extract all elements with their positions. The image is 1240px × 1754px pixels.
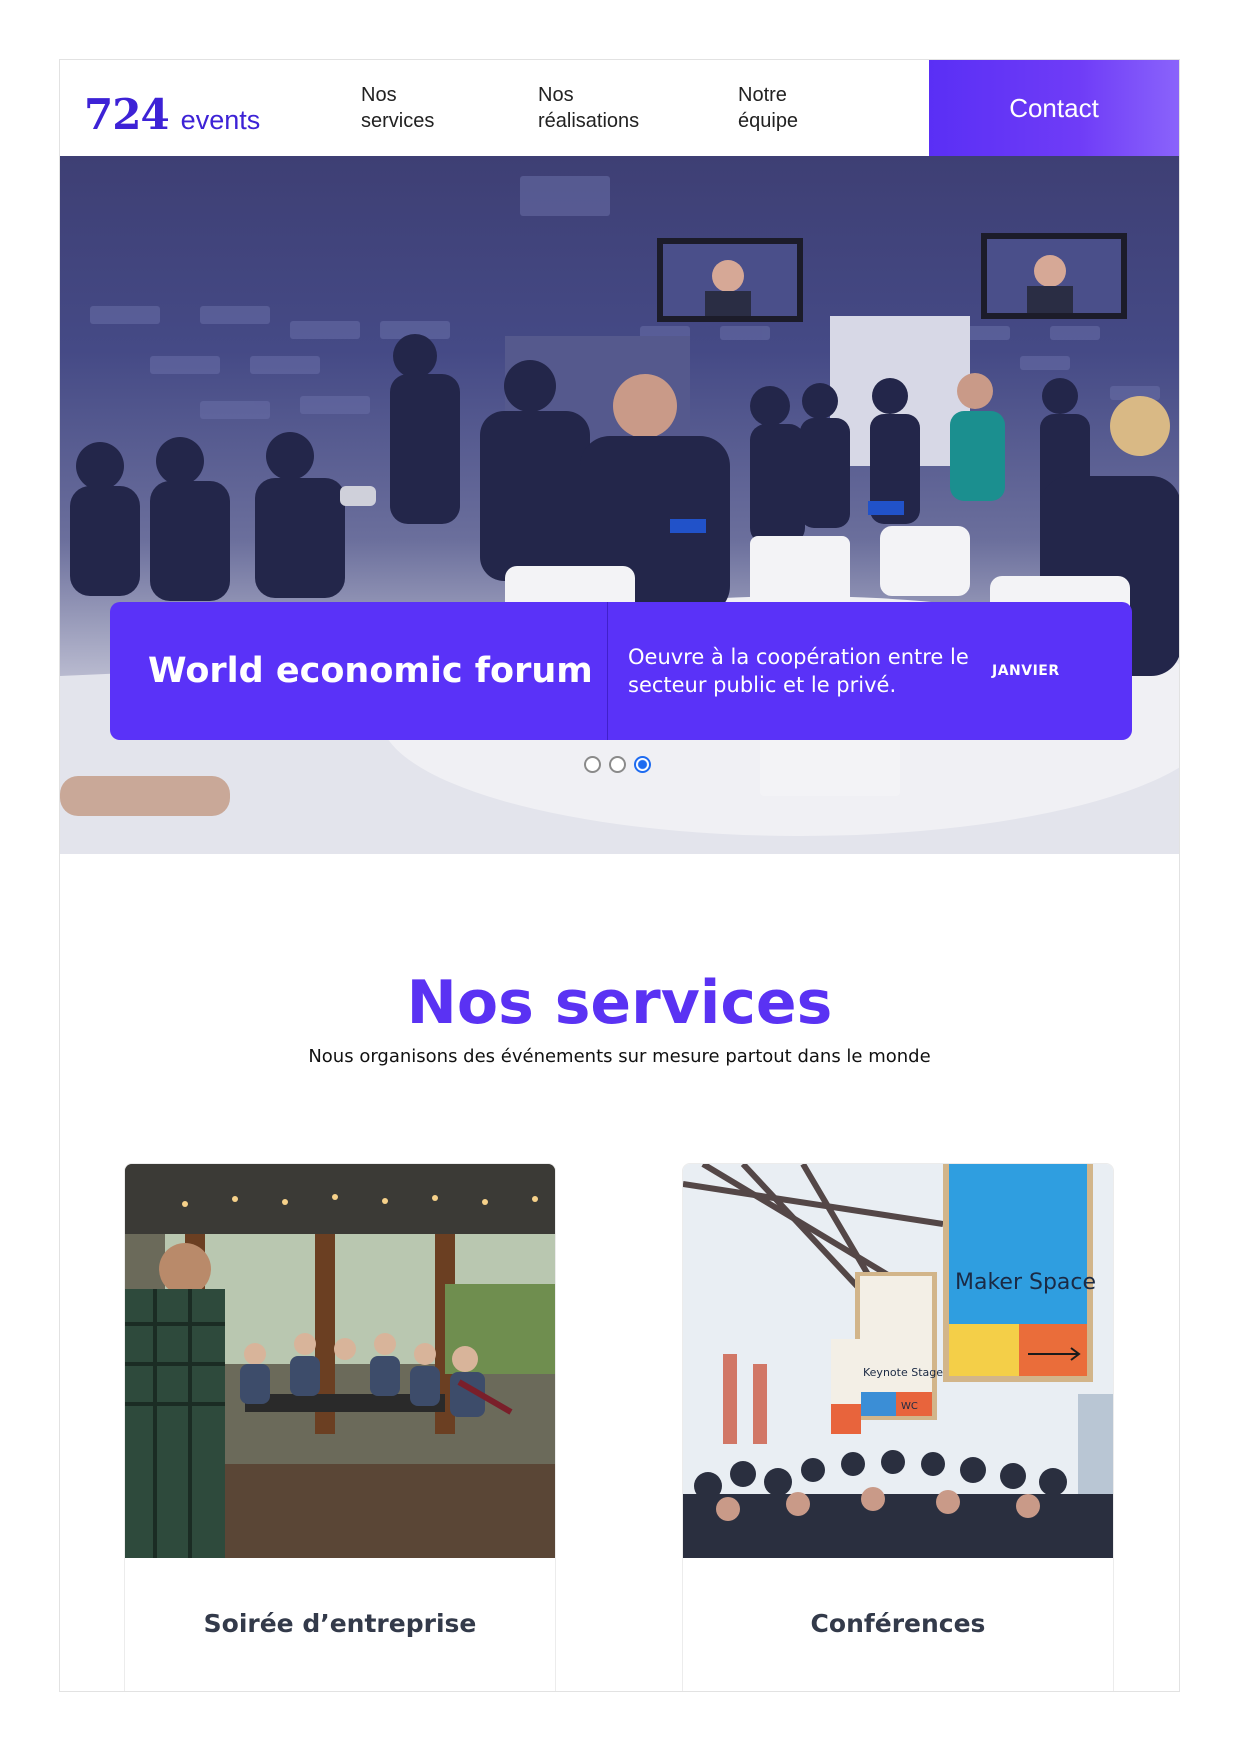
hero-caption-description: Oeuvre à la coopération entre le secteur…	[628, 645, 969, 697]
site-header: 724 events Nos services Nos réalisations…	[60, 60, 1179, 156]
service-card-title: Conférences	[810, 1609, 986, 1638]
nav-label-line1: Notre	[738, 84, 787, 106]
keynote-stage-sign: Keynote Stage	[863, 1366, 943, 1379]
conference-image: Maker Space Keynote Stage WC	[683, 1164, 1113, 1558]
logo-number: 724	[84, 90, 170, 139]
carousel-indicators	[584, 756, 651, 773]
nav-label-line2: réalisations	[538, 110, 640, 132]
page-frame: 724 events Nos services Nos réalisations…	[59, 59, 1180, 1692]
hero-caption-title: World economic forum	[110, 602, 608, 740]
nav-item-services[interactable]: Nos services	[361, 82, 521, 134]
nav-item-realisations[interactable]: Nos réalisations	[538, 82, 698, 134]
nav-item-equipe[interactable]: Notre équipe	[738, 82, 898, 134]
service-card-conferences[interactable]: Maker Space Keynote Stage WC Conférences	[682, 1163, 1114, 1691]
hero-image	[60, 176, 1179, 854]
services-title: Nos services	[406, 968, 833, 1038]
nav-label-line1: Nos	[361, 84, 397, 106]
nav-label-line2: équipe	[738, 110, 799, 132]
logo-word: events	[180, 105, 261, 135]
nav-label-line1: Nos	[538, 84, 574, 106]
logo[interactable]: 724 events	[84, 90, 260, 139]
maker-space-sign: Maker Space	[955, 1270, 1096, 1295]
nav-label-line2: services	[361, 110, 435, 132]
services-subtitle: Nous organisons des événements sur mesur…	[308, 1046, 931, 1067]
wc-sign: WC	[901, 1401, 918, 1412]
corporate-evening-image	[125, 1164, 555, 1558]
carousel-dot-1[interactable]	[584, 756, 601, 773]
hero-carousel: World economic forum Oeuvre à la coopéra…	[60, 156, 1179, 854]
service-card-title: Soirée d’entreprise	[203, 1609, 477, 1638]
carousel-dot-2[interactable]	[609, 756, 626, 773]
carousel-dot-3-active[interactable]	[634, 756, 651, 773]
contact-button[interactable]: Contact	[929, 60, 1179, 156]
hero-caption: World economic forum Oeuvre à la coopéra…	[110, 602, 1132, 740]
hero-caption-month: JANVIER	[992, 663, 1060, 679]
service-card-corporate-evening[interactable]: Soirée d’entreprise	[124, 1163, 556, 1691]
